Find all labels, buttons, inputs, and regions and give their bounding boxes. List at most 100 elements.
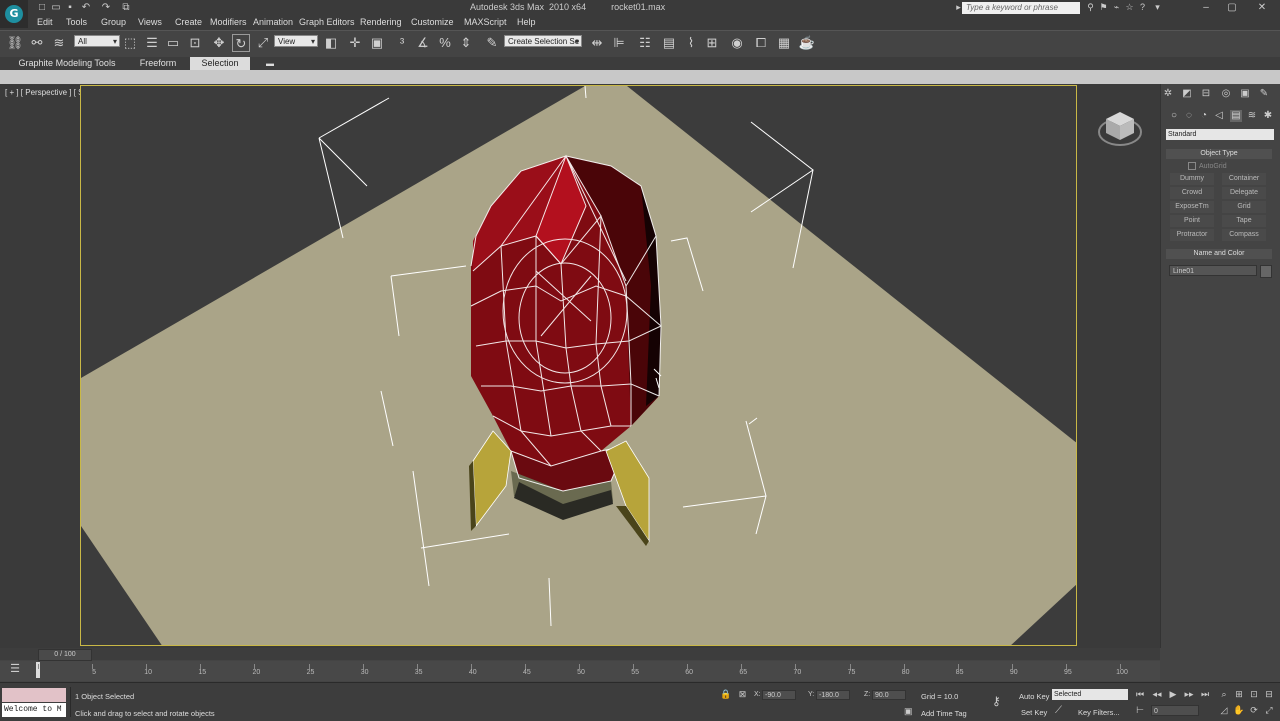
mini-curve-editor-icon[interactable]: ☰	[8, 662, 22, 676]
set-key-icon[interactable]: ⟋	[1055, 705, 1067, 717]
object-type-rollout-header[interactable]: Object Type	[1166, 149, 1272, 159]
select-by-name-icon[interactable]: ☰	[143, 34, 161, 52]
communication-center-icon[interactable]: ⌁	[1111, 2, 1122, 13]
select-object-icon[interactable]: ⬚	[121, 34, 139, 52]
application-button[interactable]: G	[0, 0, 28, 28]
rendered-frame-window-icon[interactable]: ▦	[775, 34, 793, 52]
modify-panel-icon[interactable]: ◩	[1181, 88, 1193, 100]
align-icon[interactable]: ⊫	[610, 34, 628, 52]
add-time-tag[interactable]: Add Time Tag	[921, 709, 967, 718]
play-icon[interactable]: ▶	[1167, 689, 1179, 700]
menu-tools[interactable]: Tools	[66, 17, 87, 27]
key-mode-dropdown[interactable]: Selected	[1052, 689, 1128, 700]
search-binoculars-icon[interactable]: ⚲	[1085, 2, 1096, 13]
name-and-color-rollout-header[interactable]: Name and Color	[1166, 249, 1272, 259]
open-file-icon[interactable]: ▭	[50, 2, 62, 13]
autogrid-checkbox[interactable]: AutoGrid	[1188, 162, 1227, 170]
container-button[interactable]: Container	[1222, 173, 1266, 185]
menu-help[interactable]: Help	[517, 17, 536, 27]
object-color-swatch[interactable]	[1260, 265, 1272, 278]
create-panel-icon[interactable]: ✲	[1162, 88, 1174, 100]
geometry-icon[interactable]: ○	[1168, 110, 1180, 122]
zoom-extents-all-icon[interactable]: ⊟	[1263, 689, 1275, 700]
help-icon[interactable]: ?	[1137, 2, 1148, 13]
window-crossing-icon[interactable]: ⊡	[186, 34, 204, 52]
snaps-toggle-icon[interactable]: ³	[393, 34, 411, 52]
maximize-button[interactable]: ▢	[1222, 1, 1242, 14]
field-of-view-icon[interactable]: ◿	[1218, 705, 1230, 716]
spinner-snap-icon[interactable]: ⇕	[457, 34, 475, 52]
select-and-manipulate-icon[interactable]: ✛	[346, 34, 364, 52]
pivot-center-icon[interactable]: ◧	[322, 34, 340, 52]
menu-modifiers[interactable]: Modifiers	[210, 17, 247, 27]
undo-icon[interactable]: ↶	[80, 2, 92, 13]
schematic-view-icon[interactable]: ⊞	[703, 34, 721, 52]
hierarchy-panel-icon[interactable]: ⊟	[1200, 88, 1212, 100]
render-production-icon[interactable]: ☕	[798, 34, 816, 52]
pan-icon[interactable]: ✋	[1233, 705, 1245, 716]
go-to-end-icon[interactable]: ⏭	[1199, 689, 1211, 700]
rectangular-selection-icon[interactable]: ▭	[164, 34, 182, 52]
shapes-icon[interactable]: ◌	[1183, 110, 1195, 122]
exposetm-button[interactable]: ExposeTm	[1170, 201, 1214, 213]
hold-icon[interactable]: ⧉	[120, 2, 132, 13]
angle-snap-icon[interactable]: ∡	[414, 34, 432, 52]
keyboard-shortcut-override-icon[interactable]: ▣	[368, 34, 386, 52]
menu-maxscript[interactable]: MAXScript	[464, 17, 507, 27]
menu-graph-editors[interactable]: Graph Editors	[299, 17, 355, 27]
minimize-button[interactable]: –	[1196, 1, 1216, 14]
ribbon-minimize-icon[interactable]: ▬	[264, 59, 276, 68]
bind-space-warp-icon[interactable]: ≋	[50, 34, 68, 52]
protractor-button[interactable]: Protractor	[1170, 229, 1214, 241]
auto-key-button[interactable]: Auto Key	[1019, 692, 1049, 701]
z-coordinate-field[interactable]: 90.0	[872, 690, 906, 700]
current-frame-spinner[interactable]: 0	[1151, 705, 1199, 716]
perspective-viewport[interactable]	[80, 85, 1077, 646]
delegate-button[interactable]: Delegate	[1222, 187, 1266, 199]
menu-animation[interactable]: Animation	[253, 17, 293, 27]
menu-customize[interactable]: Customize	[411, 17, 454, 27]
key-mode-toggle-icon[interactable]: ⊢	[1134, 705, 1146, 716]
menu-group[interactable]: Group	[101, 17, 126, 27]
viewcube[interactable]	[1098, 108, 1142, 148]
motion-panel-icon[interactable]: ◎	[1220, 88, 1232, 100]
menu-edit[interactable]: Edit	[37, 17, 53, 27]
redo-icon[interactable]: ↷	[100, 2, 112, 13]
cameras-icon[interactable]: ◁	[1213, 110, 1225, 122]
reference-coordinate-dropdown[interactable]: View	[274, 35, 318, 48]
zoom-icon[interactable]: ⌕	[1218, 689, 1230, 700]
menu-views[interactable]: Views	[138, 17, 162, 27]
select-and-rotate-icon[interactable]: ↻	[232, 34, 250, 52]
key-icon[interactable]: ⚷	[992, 695, 1010, 707]
previous-frame-icon[interactable]: ◂◂	[1151, 689, 1163, 700]
grid-button[interactable]: Grid	[1222, 201, 1266, 213]
time-slider-track[interactable]	[0, 648, 1160, 660]
next-frame-icon[interactable]: ▸▸	[1183, 689, 1195, 700]
menu-rendering[interactable]: Rendering	[360, 17, 402, 27]
selection-lock-icon[interactable]: 🔒	[720, 689, 731, 699]
absolute-mode-icon[interactable]: ⊠	[737, 689, 748, 700]
set-key-button[interactable]: Set Key	[1021, 708, 1047, 717]
percent-snap-icon[interactable]: %	[436, 34, 454, 52]
select-and-move-icon[interactable]: ✥	[210, 34, 228, 52]
y-coordinate-field[interactable]: -180.0	[816, 690, 850, 700]
orbit-icon[interactable]: ⟳	[1248, 705, 1260, 716]
maxscript-listener-output[interactable]	[2, 688, 66, 702]
tab-freeform[interactable]: Freeform	[132, 57, 184, 70]
lights-icon[interactable]: ◔	[1198, 110, 1210, 122]
crowd-button[interactable]: Crowd	[1170, 187, 1214, 199]
search-input[interactable]: Type a keyword or phrase	[962, 2, 1080, 14]
selection-filter-dropdown[interactable]: All	[74, 35, 120, 48]
menu-create[interactable]: Create	[175, 17, 202, 27]
unlink-icon[interactable]: ⚯	[28, 34, 46, 52]
key-filters-button[interactable]: Key Filters...	[1078, 708, 1120, 717]
select-and-scale-icon[interactable]: ⤢	[254, 34, 272, 52]
close-button[interactable]: ✕	[1252, 1, 1272, 14]
space-warps-icon[interactable]: ≋	[1246, 110, 1258, 122]
mirror-icon[interactable]: ⇹	[588, 34, 606, 52]
favorites-icon[interactable]: ☆	[1124, 2, 1135, 13]
point-button[interactable]: Point	[1170, 215, 1214, 227]
save-file-icon[interactable]: ▪	[64, 2, 76, 13]
time-slider-thumb[interactable]: 0 / 100	[38, 649, 92, 661]
tab-selection[interactable]: Selection	[190, 57, 250, 70]
